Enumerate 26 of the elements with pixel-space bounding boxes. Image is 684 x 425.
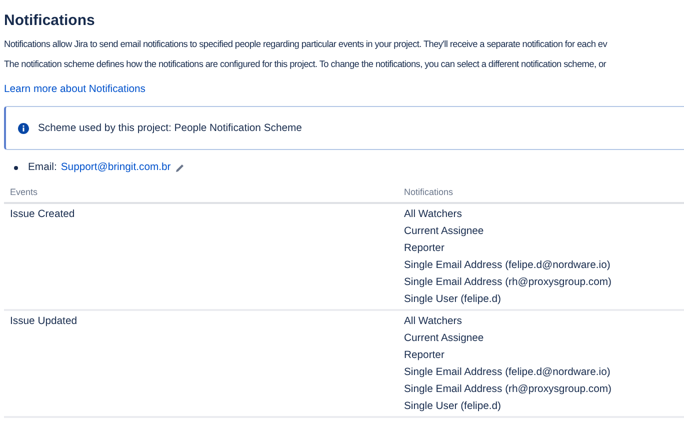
notification-cell-text: All Watchers [404, 316, 463, 328]
event-cell-text: Issue Created [10, 209, 76, 222]
notification-cell-text: All Watchers [404, 209, 463, 221]
email-link[interactable]: Support@bringit.com.br [60, 162, 171, 174]
pencil-icon[interactable] [174, 163, 185, 173]
page-title: Notifications [4, 12, 96, 30]
bullet-icon [14, 166, 18, 170]
notification-cell-text: Current Assignee [404, 333, 485, 345]
notification-cell-text: Single User (felipe.d) [404, 401, 502, 413]
notification-cell-text: Single Email Address (rh@proxysgroup.com) [404, 384, 612, 396]
info-icon [18, 122, 29, 134]
learn-more-link[interactable]: Learn more about Notifications [4, 84, 146, 96]
notification-cell-text: Single Email Address (felipe.d@nordware.io) [404, 260, 612, 272]
event-cell-text: Issue Updated [10, 316, 78, 329]
email-label: Email: [28, 162, 57, 174]
notification-cell-text: Single User (felipe.d) [404, 294, 502, 306]
notification-cell-text: Reporter [404, 350, 446, 362]
notification-cell-text: Single Email Address (rh@proxysgroup.com) [404, 277, 612, 289]
notification-cell-text: Reporter [404, 243, 446, 255]
notification-cell-text: Current Assignee [404, 226, 485, 238]
notification-cell-text: Single Email Address (felipe.d@nordware.io) [404, 367, 612, 379]
column-header: Events [10, 186, 39, 198]
description-text: The notification scheme defines how the notifications are configured for this project. To change the notifications, you can select a different notification scheme, or [4, 58, 608, 70]
scheme-text: Scheme used by this project: People Notification Scheme [38, 122, 302, 134]
column-header: Notifications [404, 186, 454, 198]
description-text: Notifications allow Jira to send email notifications to specified people regarding particular events in your project. They'll receive a separate notification for each ev [4, 38, 608, 50]
